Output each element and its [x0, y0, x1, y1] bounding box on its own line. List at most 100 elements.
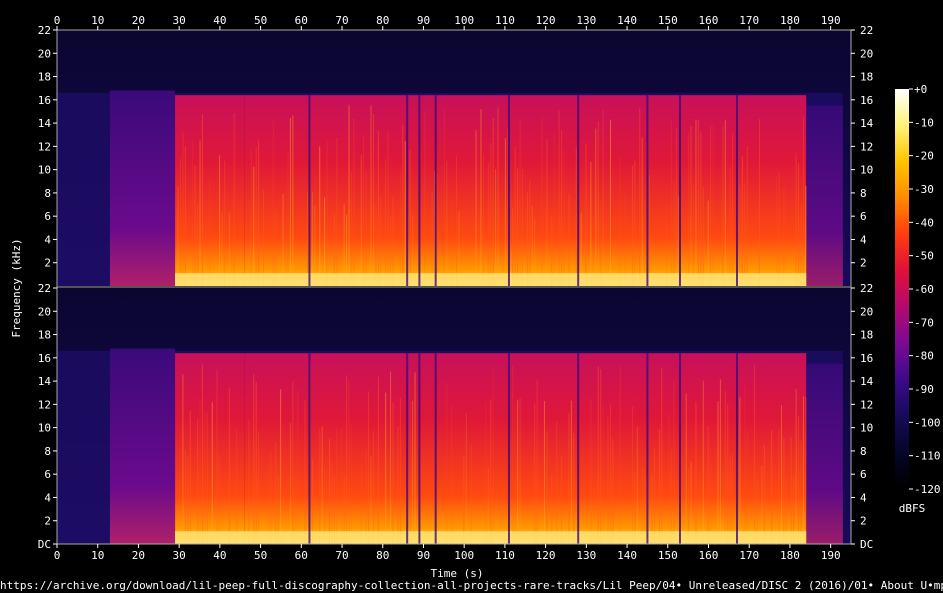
y-tick-label-left: 20 [38, 305, 51, 318]
y-tick-label-right: 22 [860, 24, 873, 37]
x-tick-label-bottom: 0 [54, 549, 61, 562]
y-tick-label-left: 14 [38, 117, 52, 130]
dropout-line [308, 353, 311, 544]
y-tick-label-right: 4 [860, 233, 867, 246]
x-tick-label-top: 50 [254, 14, 267, 27]
y-tick-label-left: 12 [38, 140, 51, 153]
y-tick-label-left: 2 [44, 257, 51, 270]
source-file-path: https://archive.org/download/lil-peep-fu… [0, 579, 943, 592]
colorbar-tick-label: -80 [914, 350, 934, 363]
channel-panel-1 [57, 30, 851, 287]
y-tick-label-right: 18 [860, 71, 873, 84]
bass-floor [175, 273, 807, 286]
spectrogram-chart: 0 0 10 10 20 20 30 30 40 40 50 50 60 60 70 70 80 80 90 90 10… [0, 14, 943, 592]
dropout-line [577, 95, 580, 286]
x-tick-label-bottom: 50 [254, 549, 267, 562]
y-tick-label-right: 16 [860, 94, 873, 107]
colorbar-tick-label: -90 [914, 383, 934, 396]
x-tick-label-top: 20 [132, 14, 145, 27]
colorbar-tick-label: -70 [914, 316, 934, 329]
fade-out-band [806, 363, 843, 544]
dropout-line [418, 353, 421, 544]
y-tick-label-left: 10 [38, 164, 51, 177]
music-band-2 [244, 95, 807, 286]
y-tick-label-left: 12 [38, 398, 51, 411]
dropout-line [735, 95, 738, 286]
y-tick-label-right: 8 [860, 187, 867, 200]
y-tick-label-left: 22 [38, 282, 51, 295]
y-tick-label-right: 12 [860, 398, 873, 411]
y-tick-label-right: 8 [860, 445, 867, 458]
y-tick-label-right: 20 [860, 305, 873, 318]
intro-band [109, 348, 176, 544]
colorbar-tick-label: -60 [914, 283, 934, 296]
fade-out-band [806, 105, 843, 287]
dropout-line [406, 353, 409, 544]
x-tick-label-top: 130 [576, 14, 596, 27]
y-tick-label-left: 16 [38, 94, 51, 107]
y-tick-label-right: 14 [860, 375, 874, 388]
colorbar-gradient [895, 89, 909, 489]
y-tick-label-left: 10 [38, 422, 51, 435]
x-tick-label-bottom: 10 [91, 549, 104, 562]
y-tick-label-left: DC [38, 538, 51, 551]
colorbar-tick-label: -20 [914, 150, 934, 163]
colorbar-tick-label: +0 [914, 83, 927, 96]
y-tick-label-right: 22 [860, 282, 873, 295]
y-tick-label-right: 2 [860, 515, 867, 528]
dropout-line [434, 353, 437, 544]
y-tick-label-right: DC [860, 538, 873, 551]
y-tick-label-left: 18 [38, 329, 51, 342]
x-tick-label-bottom: 170 [739, 549, 759, 562]
y-tick-label-left: 4 [44, 233, 51, 246]
y-tick-label-right: 18 [860, 329, 873, 342]
y-tick-label-left: 18 [38, 71, 51, 84]
x-tick-label-bottom: 70 [335, 549, 348, 562]
colorbar-tick-label: -100 [914, 416, 941, 429]
x-tick-label-bottom: 130 [576, 549, 596, 562]
x-tick-label-bottom: 100 [454, 549, 474, 562]
x-tick-label-top: 60 [295, 14, 308, 27]
x-tick-label-top: 100 [454, 14, 474, 27]
y-axis-label: Frequency (kHz) [10, 238, 23, 337]
dropout-line [308, 95, 311, 286]
x-tick-label-bottom: 180 [780, 549, 800, 562]
colorbar-tick-label: -110 [914, 450, 941, 463]
x-tick-label-top: 150 [658, 14, 678, 27]
music-band-2 [244, 353, 807, 544]
colorbar-tick-label: -30 [914, 183, 934, 196]
dropout-line [507, 95, 510, 286]
x-tick-label-bottom: 190 [821, 549, 841, 562]
y-tick-label-right: 10 [860, 164, 873, 177]
y-tick-label-right: 16 [860, 352, 873, 365]
x-tick-label-bottom: 80 [376, 549, 389, 562]
y-tick-label-right: 2 [860, 257, 867, 270]
y-tick-label-left: 16 [38, 352, 51, 365]
x-tick-label-top: 170 [739, 14, 759, 27]
y-tick-label-right: 12 [860, 140, 873, 153]
x-tick-label-top: 160 [699, 14, 719, 27]
y-tick-label-right: 6 [860, 210, 867, 223]
y-tick-label-left: 20 [38, 47, 51, 60]
colorbar-tick-label: -50 [914, 250, 934, 263]
x-tick-label-bottom: 160 [699, 549, 719, 562]
x-tick-label-bottom: 90 [417, 549, 430, 562]
y-tick-label-left: 6 [44, 468, 51, 481]
x-tick-label-bottom: 140 [617, 549, 637, 562]
y-tick-label-left: 2 [44, 515, 51, 528]
x-tick-label-top: 10 [91, 14, 104, 27]
y-tick-label-left: 22 [38, 24, 51, 37]
bass-floor [175, 531, 807, 544]
x-tick-label-top: 80 [376, 14, 389, 27]
colorbar-tick-label: -120 [914, 483, 941, 496]
x-tick-label-top: 140 [617, 14, 637, 27]
x-tick-label-top: 90 [417, 14, 430, 27]
channel-panel-2 [57, 288, 851, 544]
dropout-line [646, 95, 649, 286]
y-tick-label-right: 6 [860, 468, 867, 481]
dropout-line [678, 95, 681, 286]
x-tick-label-bottom: 150 [658, 549, 678, 562]
x-tick-label-top: 30 [173, 14, 186, 27]
y-tick-label-left: 4 [44, 491, 51, 504]
dropout-line [735, 353, 738, 544]
